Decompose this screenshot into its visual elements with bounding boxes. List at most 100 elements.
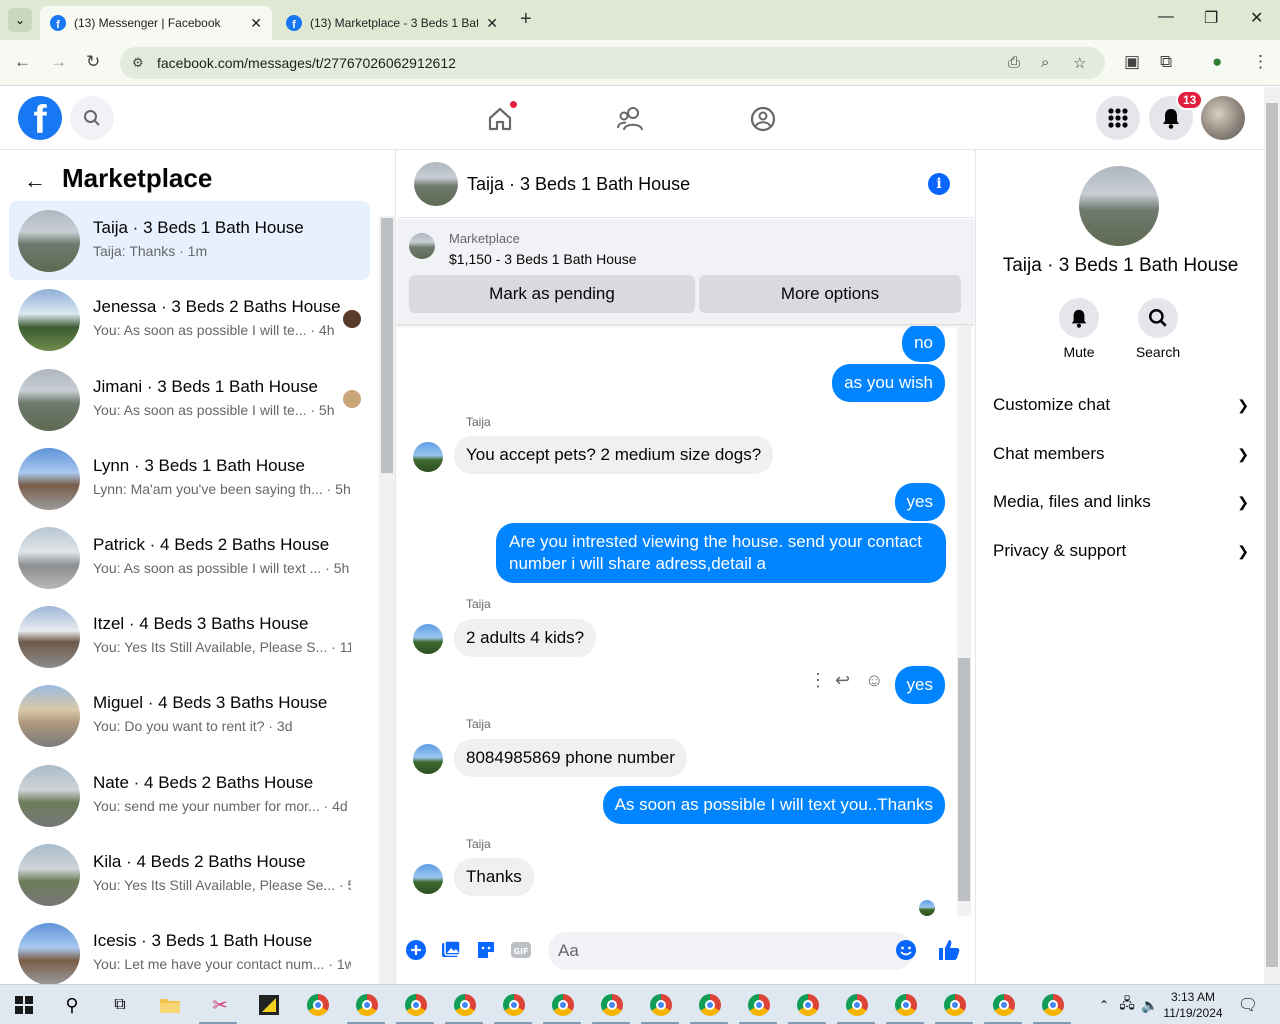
- back-arrow-icon[interactable]: ←: [24, 168, 46, 194]
- search-in-chat-button[interactable]: Search: [1118, 298, 1198, 360]
- reload-icon[interactable]: ↻: [86, 52, 100, 72]
- windows-start-icon[interactable]: [12, 993, 36, 1017]
- outgoing-message[interactable]: as you wish: [832, 364, 945, 402]
- incoming-message[interactable]: 2 adults 4 kids?: [454, 619, 597, 657]
- outgoing-message[interactable]: As soon as possible I will text you..Tha…: [602, 786, 945, 824]
- chrome-profile-icon[interactable]: [894, 993, 918, 1017]
- tab-marketplace[interactable]: f (13) Marketplace - 3 Beds 1 Bath ✕: [276, 6, 508, 40]
- conversation-item[interactable]: Kila · 4 Beds 2 Baths House You: Yes Its…: [9, 835, 370, 914]
- sticker-button[interactable]: [474, 938, 498, 962]
- conversation-item[interactable]: Nate · 4 Beds 2 Baths House You: send me…: [9, 756, 370, 835]
- tab-messenger[interactable]: f (13) Messenger | Facebook ✕: [40, 6, 272, 40]
- close-window-icon[interactable]: ✕: [1250, 8, 1263, 28]
- outgoing-message[interactable]: yes: [894, 483, 945, 521]
- menu-kebab-icon[interactable]: ⋮: [1252, 52, 1269, 72]
- task-view-icon[interactable]: ⧉: [108, 993, 132, 1017]
- chat-avatar[interactable]: [414, 162, 458, 206]
- chrome-profile-icon[interactable]: [992, 993, 1016, 1017]
- extensions-puzzle-icon[interactable]: ⧉: [1160, 52, 1172, 72]
- close-tab-icon[interactable]: ✕: [250, 15, 262, 32]
- volume-icon[interactable]: 🔈: [1138, 993, 1162, 1017]
- chrome-profile-icon[interactable]: [796, 993, 820, 1017]
- incoming-message[interactable]: Thanks: [454, 858, 534, 896]
- forward-icon[interactable]: →: [50, 52, 67, 72]
- zoom-icon[interactable]: ⌕: [1041, 54, 1049, 71]
- conversation-item[interactable]: Jimani · 3 Beds 1 Bath House You: As soo…: [9, 360, 370, 439]
- chrome-profile-icon[interactable]: [502, 993, 526, 1017]
- sender-avatar[interactable]: [413, 864, 443, 894]
- sender-avatar[interactable]: [413, 442, 443, 472]
- chrome-profile-icon[interactable]: [943, 993, 967, 1017]
- mark-as-pending-button[interactable]: Mark as pending: [409, 275, 695, 313]
- search-button[interactable]: [70, 96, 114, 140]
- incoming-message[interactable]: You accept pets? 2 medium size dogs?: [454, 436, 774, 474]
- chrome-profile-icon[interactable]: [747, 993, 771, 1017]
- media-files-links-section[interactable]: Media, files and links ❯: [993, 480, 1249, 524]
- page-scroll-thumb[interactable]: [1266, 103, 1278, 967]
- emoji-button[interactable]: [894, 938, 918, 962]
- restore-icon[interactable]: ❐: [1204, 8, 1218, 28]
- mute-button[interactable]: Mute: [1039, 298, 1119, 360]
- site-info-icon[interactable]: ⚙: [132, 55, 144, 71]
- like-send-button[interactable]: [937, 938, 961, 962]
- info-icon[interactable]: i: [928, 173, 950, 195]
- minimize-icon[interactable]: —: [1158, 8, 1174, 26]
- conversation-item[interactable]: Jenessa · 3 Beds 2 Baths House You: As s…: [9, 280, 370, 359]
- snipping-tool-icon[interactable]: ✂: [208, 993, 232, 1017]
- chrome-profile-icon[interactable]: [845, 993, 869, 1017]
- add-attachment-button[interactable]: [404, 938, 428, 962]
- reply-icon[interactable]: ↩: [835, 670, 850, 691]
- file-explorer-icon[interactable]: [158, 993, 182, 1017]
- thread-scroll-thumb[interactable]: [958, 658, 970, 901]
- groups-nav-icon[interactable]: [746, 102, 780, 136]
- chat-members-section[interactable]: Chat members ❯: [993, 432, 1249, 476]
- chrome-profile-icon[interactable]: [355, 993, 379, 1017]
- outgoing-message[interactable]: Are you intrested viewing the house. sen…: [496, 523, 946, 583]
- notification-center-icon[interactable]: 🗨: [1236, 993, 1260, 1017]
- chrome-profile-icon[interactable]: [404, 993, 428, 1017]
- outgoing-message[interactable]: yes: [894, 666, 945, 704]
- tab-search-chevron-icon[interactable]: ⌄: [8, 8, 32, 32]
- profile-icon[interactable]: ●: [1212, 52, 1222, 72]
- page-scrollbar[interactable]: [1264, 87, 1280, 984]
- listing-thumbnail[interactable]: [409, 233, 435, 259]
- more-options-button[interactable]: More options: [699, 275, 961, 313]
- privacy-support-section[interactable]: Privacy & support ❯: [993, 529, 1249, 573]
- sender-avatar[interactable]: [413, 744, 443, 774]
- url-text[interactable]: facebook.com/messages/t/2776702606291261…: [157, 55, 456, 71]
- incoming-message[interactable]: 8084985869 phone number: [454, 739, 687, 777]
- conversation-list-scroll-thumb[interactable]: [381, 218, 393, 473]
- outgoing-message[interactable]: no: [902, 326, 945, 362]
- attach-photo-button[interactable]: [439, 938, 463, 962]
- conversation-item[interactable]: Patrick · 4 Beds 2 Baths House You: As s…: [9, 518, 370, 597]
- sender-avatar[interactable]: [413, 624, 443, 654]
- conversation-item[interactable]: Icesis · 3 Beds 1 Bath House You: Let me…: [9, 914, 370, 984]
- chrome-profile-icon[interactable]: [600, 993, 624, 1017]
- details-avatar[interactable]: [1079, 166, 1159, 246]
- chrome-profile-icon[interactable]: [551, 993, 575, 1017]
- message-input[interactable]: [548, 932, 914, 970]
- conversation-item[interactable]: Lynn · 3 Beds 1 Bath House Lynn: Ma'am y…: [9, 439, 370, 518]
- back-icon[interactable]: ←: [14, 52, 31, 72]
- search-icon[interactable]: ⚲: [60, 993, 84, 1017]
- chrome-profile-icon[interactable]: [1041, 993, 1065, 1017]
- facebook-logo-icon[interactable]: f: [18, 96, 62, 140]
- menu-grid-button[interactable]: [1096, 96, 1140, 140]
- chat-title[interactable]: Taija · 3 Beds 1 Bath House: [467, 174, 690, 195]
- listing-price[interactable]: $1,150 - 3 Beds 1 Bath House: [449, 251, 637, 267]
- network-icon[interactable]: 🖧: [1115, 993, 1139, 1017]
- chrome-profile-icon[interactable]: [649, 993, 673, 1017]
- gif-button[interactable]: GIF: [509, 938, 533, 962]
- address-bar[interactable]: ⚙ facebook.com/messages/t/27767026062912…: [120, 47, 1105, 79]
- customize-chat-section[interactable]: Customize chat ❯: [993, 383, 1249, 427]
- friends-nav-icon[interactable]: [614, 102, 648, 136]
- conversation-item[interactable]: Taija · 3 Beds 1 Bath House Taija: Thank…: [9, 201, 370, 280]
- new-tab-icon[interactable]: +: [520, 8, 532, 31]
- chrome-icon[interactable]: [306, 993, 330, 1017]
- bookmark-star-icon[interactable]: ☆: [1073, 54, 1086, 72]
- taskbar-clock[interactable]: 3:13 AM 11/19/2024: [1162, 989, 1224, 1021]
- chrome-profile-icon[interactable]: [698, 993, 722, 1017]
- account-avatar[interactable]: [1201, 96, 1245, 140]
- react-smiley-icon[interactable]: ☺: [865, 670, 883, 691]
- chrome-profile-icon[interactable]: [453, 993, 477, 1017]
